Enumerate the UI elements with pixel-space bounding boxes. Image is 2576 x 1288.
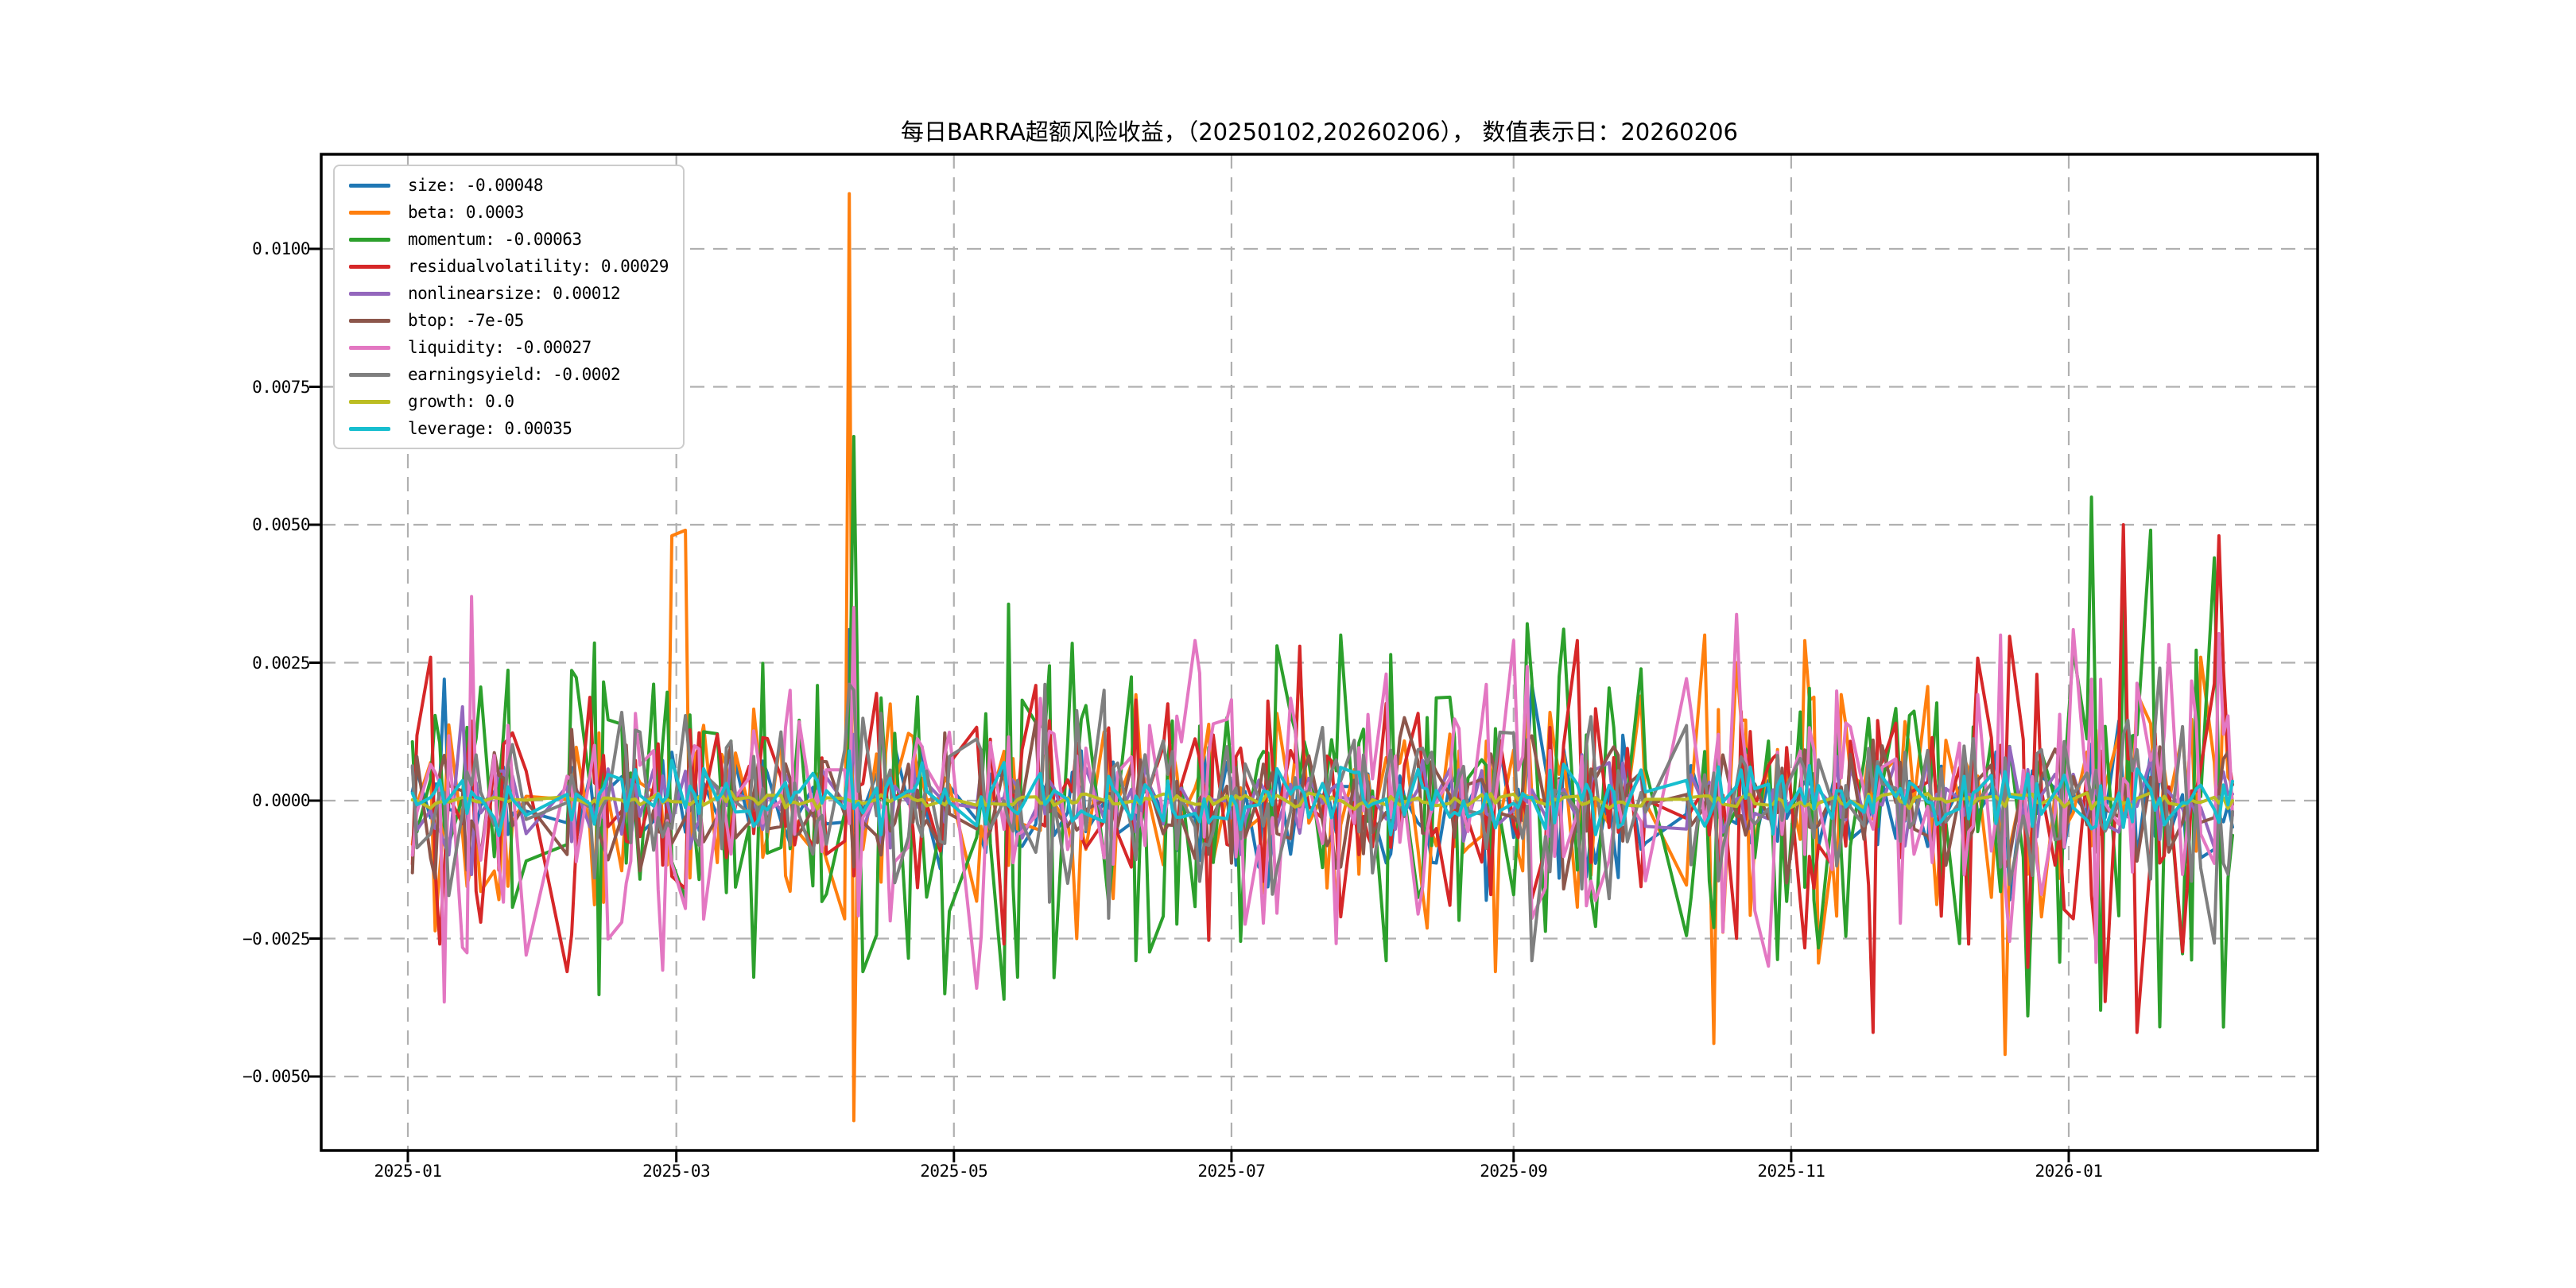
- y-tick-label: 0.0000: [119, 788, 310, 813]
- legend-line-swatch: [349, 346, 390, 350]
- y-tick-label: −0.0050: [119, 1064, 310, 1089]
- y-tick-label: 0.0050: [119, 512, 310, 537]
- legend-label: size: -0.00048: [408, 176, 543, 195]
- x-tick-label: 2026-01: [2005, 1159, 2132, 1183]
- legend-line-swatch: [349, 211, 390, 215]
- legend-label: growth: 0.0: [408, 392, 514, 411]
- x-tick-label: 2025-07: [1168, 1159, 1295, 1183]
- legend-item-leverage: leverage: 0.00035: [349, 419, 669, 438]
- legend-line-swatch: [349, 265, 390, 269]
- legend-label: liquidity: -0.00027: [408, 338, 592, 357]
- legend-item-growth: growth: 0.0: [349, 392, 669, 411]
- x-tick-label: 2025-01: [344, 1159, 471, 1183]
- legend-label: btop: -7e-05: [408, 311, 524, 330]
- legend-item-btop: btop: -7e-05: [349, 311, 669, 330]
- legend-line-swatch: [349, 238, 390, 242]
- y-tick-label: 0.0075: [119, 374, 310, 400]
- legend-item-earningsyield: earningsyield: -0.0002: [349, 365, 669, 384]
- legend-item-momentum: momentum: -0.00063: [349, 230, 669, 249]
- legend-label: residualvolatility: 0.00029: [408, 257, 669, 276]
- legend-line-swatch: [349, 319, 390, 323]
- legend-line-swatch: [349, 184, 390, 188]
- x-tick-label: 2025-11: [1728, 1159, 1855, 1183]
- legend-item-size: size: -0.00048: [349, 176, 669, 195]
- legend-label: beta: 0.0003: [408, 203, 524, 222]
- legend-item-residualvolatility: residualvolatility: 0.00029: [349, 257, 669, 276]
- legend-line-swatch: [349, 427, 390, 431]
- legend-line-swatch: [349, 292, 390, 296]
- legend-line-swatch: [349, 373, 390, 377]
- legend-item-nonlinearsize: nonlinearsize: 0.00012: [349, 284, 669, 303]
- x-tick-label: 2025-09: [1450, 1159, 1577, 1183]
- legend-item-liquidity: liquidity: -0.00027: [349, 338, 669, 357]
- chart-canvas: 每日BARRA超额风险收益，（20250102,20260206）， 数值表示日…: [0, 0, 2576, 1288]
- y-tick-label: 0.0100: [119, 236, 310, 262]
- y-tick-label: 0.0025: [119, 650, 310, 676]
- legend-label: nonlinearsize: 0.00012: [408, 284, 620, 303]
- x-tick-label: 2025-05: [890, 1159, 1018, 1183]
- series-line-beta: [413, 194, 2233, 1121]
- legend-box: size: -0.00048 beta: 0.0003 momentum: -0.0…: [333, 165, 685, 449]
- legend-label: leverage: 0.00035: [408, 419, 572, 438]
- legend-label: earningsyield: -0.0002: [408, 365, 620, 384]
- x-tick-label: 2025-03: [613, 1159, 740, 1183]
- legend-label: momentum: -0.00063: [408, 230, 582, 249]
- legend-item-beta: beta: 0.0003: [349, 203, 669, 222]
- series-lines: [413, 194, 2233, 1121]
- legend-line-swatch: [349, 400, 390, 404]
- y-tick-label: −0.0025: [119, 926, 310, 952]
